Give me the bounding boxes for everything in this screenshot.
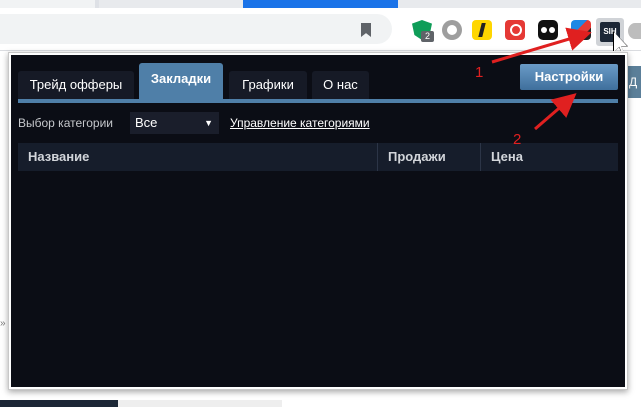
extension-badge: 2 <box>421 31 434 42</box>
column-header-sales[interactable]: Продажи <box>377 143 480 171</box>
tab-graphs[interactable]: Графики <box>229 71 307 99</box>
annotation-label-1: 1 <box>475 64 484 81</box>
popup-body: Трейд офферы Закладки Графики О нас Наст… <box>11 55 625 387</box>
tab-underline <box>18 99 618 103</box>
browser-toolbar: 2 SIH <box>0 8 641 53</box>
flag-extension-icon[interactable] <box>571 20 591 40</box>
search-extension-icon[interactable] <box>505 20 525 40</box>
tab-trade-offers[interactable]: Трейд офферы <box>18 71 134 99</box>
browser-tab-active[interactable] <box>243 0 398 8</box>
column-header-name[interactable]: Название <box>18 143 377 171</box>
ring-extension-icon[interactable] <box>442 20 462 40</box>
category-selected-value: Все <box>135 115 158 130</box>
browser-tab[interactable] <box>0 0 95 8</box>
browser-tab-strip <box>0 0 641 8</box>
page-bottom-bar <box>118 400 282 407</box>
manage-categories-link[interactable]: Управление категориями <box>230 116 370 130</box>
category-label: Выбор категории <box>18 116 114 130</box>
tab-about[interactable]: О нас <box>312 71 369 99</box>
tab-bookmarks[interactable]: Закладки <box>139 63 223 99</box>
extension-popup: Трейд офферы Закладки Графики О нас Наст… <box>8 52 628 390</box>
address-bar[interactable] <box>0 14 392 44</box>
page-partial-button[interactable]: Д <box>626 66 641 98</box>
mask-extension-icon[interactable] <box>538 20 558 40</box>
settings-button[interactable]: Настройки <box>520 64 618 90</box>
browser-tab[interactable] <box>398 0 641 8</box>
annotation-label-2: 2 <box>513 131 522 148</box>
column-header-price[interactable]: Цена <box>480 143 618 171</box>
browser-tab[interactable] <box>99 0 243 8</box>
table-header: Название Продажи Цена <box>18 143 618 171</box>
page-partial-mark: » <box>0 318 6 329</box>
partial-extension-icon[interactable] <box>628 23 641 39</box>
yellow-extension-icon[interactable] <box>472 20 492 40</box>
dropdown-caret-icon: ▼ <box>204 118 213 128</box>
page-bottom-bar <box>0 400 118 407</box>
category-select[interactable]: Все ▼ <box>130 112 219 134</box>
